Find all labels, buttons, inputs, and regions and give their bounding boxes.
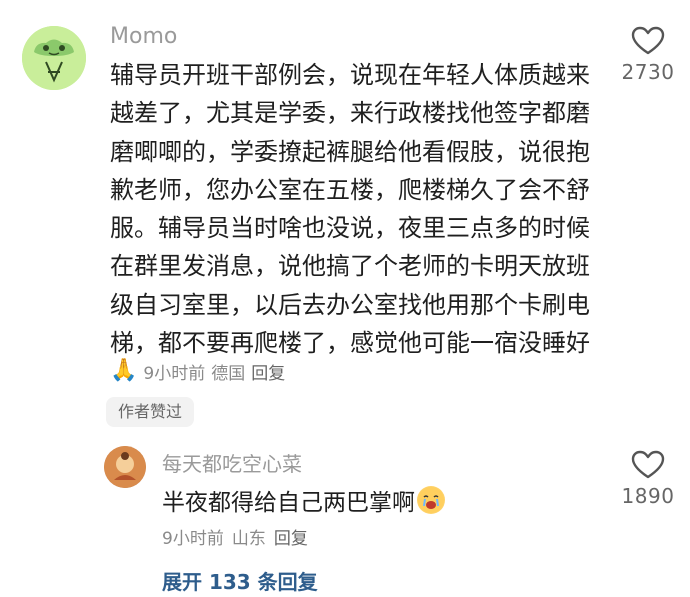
comment-username[interactable]: Momo: [110, 24, 177, 49]
crying-face-emoji-icon: [417, 486, 445, 514]
author-liked-badge: 作者赞过: [106, 397, 195, 427]
reply-text-row: 半夜都得给自己两巴掌啊: [162, 483, 445, 517]
comment-like-count: 2730: [621, 60, 675, 84]
reply-avatar[interactable]: [104, 446, 146, 488]
reply-meta: 9小时前 山东 回复: [162, 524, 308, 549]
reply-location: 山东: [231, 529, 266, 549]
pray-emoji-icon: 🙏: [110, 358, 138, 383]
comment-meta: 🙏 9小时前 德国 回复: [110, 356, 285, 386]
comment-reply-button[interactable]: 回复: [251, 359, 285, 384]
expand-replies-link[interactable]: 展开 133 条回复: [162, 566, 318, 595]
reply-like-count: 1890: [621, 484, 675, 508]
frog-avatar-icon: [22, 26, 86, 90]
avatar[interactable]: [22, 26, 86, 90]
reply-reply-button[interactable]: 回复: [274, 524, 308, 549]
comment-time: 9小时前: [143, 363, 206, 384]
heart-icon: [631, 450, 665, 479]
comment-text: 辅导员开班干部例会，说现在年轻人体质越来越差了，尤其是学委，来行政楼找他签字都磨…: [110, 61, 590, 358]
reply-like-button[interactable]: 1890: [613, 450, 683, 508]
comment-location: 德国: [211, 363, 246, 384]
reply-text: 半夜都得给自己两巴掌啊: [162, 490, 415, 516]
reply-username[interactable]: 每天都吃空心菜: [162, 448, 302, 477]
heart-icon: [631, 26, 665, 55]
buddha-avatar-icon: [104, 446, 146, 488]
comment-like-button[interactable]: 2730: [613, 26, 683, 84]
reply-time: 9小时前: [162, 529, 224, 549]
